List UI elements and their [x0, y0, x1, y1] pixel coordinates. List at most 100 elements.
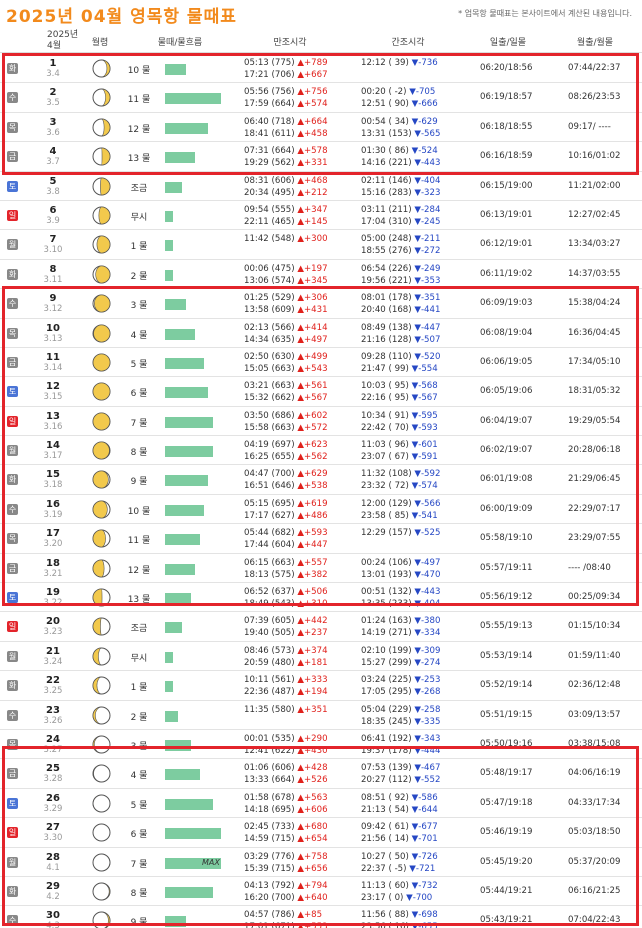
low-tide-cell: 00:51 (132) ▼-443 13:35 (233) ▼-404	[361, 586, 440, 610]
lunar-date: 3.5	[46, 98, 60, 109]
high-tide-delta: ▲+789	[297, 58, 328, 68]
solar-day: 22	[46, 675, 60, 687]
date-cell: 15 3.18	[30, 469, 76, 491]
date-cell: 4 3.7	[30, 146, 76, 168]
high-tide-cell: 04:13 (792) ▲+794 16:20 (700) ▲+640	[244, 880, 328, 904]
moon-phase-icon	[92, 324, 111, 343]
low-tide-cell: 10:27 ( 50) ▼-726 22:37 ( -5) ▼-721	[361, 851, 438, 875]
current-strength-bar	[165, 563, 195, 575]
table-row: 화 8 3.11 2 물 00:06 (475) ▲+197 13:06 (574) ▲+…	[0, 260, 642, 290]
low-tide-delta: ▼-644	[411, 804, 438, 815]
high-tide-delta: ▲+468	[297, 175, 328, 186]
high-tide-delta: ▲+561	[297, 381, 328, 392]
high-tide-delta: ▲+333	[297, 675, 328, 686]
sunrise-sunset: 06:18/18:55	[480, 121, 533, 132]
low-tide-time: 00:24 (106)	[361, 557, 412, 568]
high-tide-delta: ▲+194	[297, 687, 328, 698]
current-strength-bar	[165, 681, 173, 693]
low-tide-delta: ▼-593	[411, 422, 438, 433]
low-tide-time: 00:54 ( 34)	[361, 116, 409, 127]
low-tide-delta: ▼-552	[414, 775, 441, 786]
high-tide-cell: 04:19 (697) ▲+623 16:25 (655) ▲+562	[244, 439, 328, 463]
date-cell: 8 3.11	[30, 264, 76, 286]
high-tide-cell: 07:39 (605) ▲+442 19:40 (505) ▲+237	[244, 615, 328, 639]
low-tide-time: 15:27 (299)	[361, 657, 412, 668]
date-cell: 27 3.30	[30, 822, 76, 844]
date-cell: 17 3.20	[30, 528, 76, 550]
high-tide-time: 02:13 (566)	[244, 322, 295, 333]
low-tide-delta: ▼-443	[414, 158, 441, 169]
high-tide-time: 17:59 (664)	[244, 99, 295, 110]
high-tide-time: 07:31 (664)	[244, 146, 295, 157]
moonrise-moonset: 19:29/05:54	[568, 415, 621, 426]
high-tide-delta: ▲+543	[297, 363, 328, 374]
low-tide-time: 10:34 ( 91)	[361, 410, 409, 421]
current-strength-bar	[165, 504, 204, 516]
current-strength-bar	[165, 622, 182, 634]
sunrise-sunset: 06:09/19:03	[480, 298, 533, 309]
high-tide-cell: 01:58 (678) ▲+563 14:18 (695) ▲+606	[244, 792, 328, 816]
low-tide-cell: 00:54 ( 34) ▼-629 13:31 (153) ▼-565	[361, 116, 440, 140]
table-row: 월 28 4.1 7 물 MAX 03:29 (776) ▲+758 15:39 (715)…	[0, 848, 642, 877]
low-tide-delta: ▼-284	[414, 204, 441, 215]
tide-cycle-label: 6 물	[130, 389, 148, 400]
high-tide-time: 01:58 (678)	[244, 792, 295, 803]
low-tide-delta: ▼-470	[414, 569, 441, 580]
moon-phase-icon	[92, 118, 111, 137]
high-tide-time: 17:01 (671)	[244, 922, 295, 928]
low-tide-delta: ▼-309	[414, 645, 441, 656]
moonrise-moonset: 03:38/15:08	[568, 738, 621, 749]
tide-cycle-label: 무시	[130, 212, 148, 223]
current-strength-bar	[165, 769, 200, 781]
table-row: 수 30 4.3 9 물 04:57 (786) ▲+85 17:01 (671) ▲+5…	[0, 906, 642, 928]
date-cell: 13 3.16	[30, 411, 76, 433]
low-tide-delta: ▼-736	[411, 58, 438, 68]
moonrise-moonset: 14:37/03:55	[568, 268, 621, 279]
tide-cycle-label: 2 물	[130, 712, 148, 723]
high-tide-time: 19:29 (562)	[244, 158, 295, 169]
low-tide-delta: ▼-268	[414, 687, 441, 698]
low-tide-delta: ▼-467	[414, 763, 441, 774]
moon-phase-icon	[92, 353, 111, 372]
low-tide-delta: ▼-705	[409, 87, 436, 98]
lunar-date: 3.18	[43, 480, 63, 491]
page-note: * 업목항 물때표는 본사이트에서 계산된 내용입니다.	[458, 9, 632, 18]
low-tide-time: 07:53 (139)	[361, 763, 412, 774]
weekday-badge: 일	[7, 827, 18, 839]
date-cell: 26 3.29	[30, 793, 76, 815]
high-tide-time: 04:47 (700)	[244, 469, 295, 480]
high-tide-time: 14:18 (695)	[244, 804, 295, 815]
low-tide-time: 22:37 ( -5)	[361, 863, 407, 874]
tide-cycle-label: 6 물	[130, 830, 148, 841]
table-row: 토 19 3.22 13 물 06:52 (637) ▲+506 18:49 (543) …	[0, 583, 642, 613]
date-cell: 18 3.21	[30, 558, 76, 580]
current-strength-bar	[165, 651, 173, 663]
weekday-badge: 금	[7, 768, 18, 780]
table-row: 화 22 3.25 1 물 10:11 (561) ▲+333 22:36 (487) ▲…	[0, 671, 642, 701]
tide-cycle-label: 9 물	[130, 918, 148, 928]
lunar-date: 3.21	[43, 568, 63, 579]
low-tide-delta: ▼-677	[411, 822, 438, 833]
low-tide-delta: ▼-351	[414, 293, 441, 304]
low-tide-time: 18:55 (276)	[361, 246, 412, 257]
high-tide-time: 07:39 (605)	[244, 616, 295, 627]
high-tide-cell: 08:46 (573) ▲+374 20:59 (480) ▲+181	[244, 645, 328, 669]
solar-day: 2	[49, 87, 57, 99]
low-tide-time: 08:01 (178)	[361, 293, 412, 304]
weekday-badge: 일	[7, 415, 18, 427]
high-tide-time: 12:41 (622)	[244, 745, 295, 756]
tide-cycle-label: 3 물	[130, 741, 148, 752]
sunrise-sunset: 05:48/19:17	[480, 768, 533, 779]
high-tide-time: 01:06 (606)	[244, 763, 295, 774]
high-tide-cell: 06:15 (663) ▲+557 18:13 (575) ▲+382	[244, 557, 328, 581]
high-tide-time: 15:58 (663)	[244, 422, 295, 433]
sunrise-sunset: 06:08/19:04	[480, 327, 533, 338]
high-tide-delta: ▲+756	[297, 87, 328, 98]
tide-cycle-label: 5 물	[130, 800, 148, 811]
sunrise-sunset: 06:13/19:01	[480, 209, 533, 220]
low-tide-delta: ▼-591	[411, 452, 438, 463]
moon-phase-icon	[92, 794, 111, 813]
lunar-date: 4.1	[46, 862, 60, 873]
tide-cycle-label: 12 물	[127, 124, 151, 135]
tide-table: 화 1 3.4 10 물 05:13 (775) ▲+789 17:21 (706) ▲+…	[0, 54, 642, 928]
